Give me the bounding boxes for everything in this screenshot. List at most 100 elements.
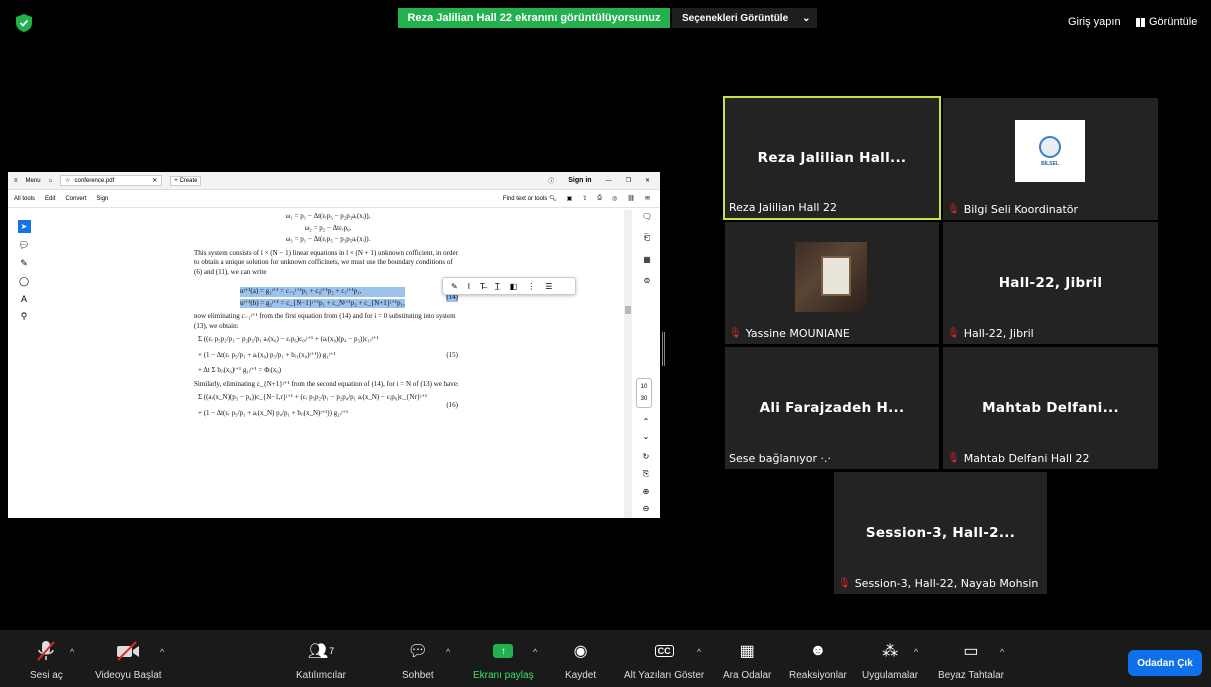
close-tab-icon[interactable]: ✕ [152, 177, 157, 184]
participant-tile[interactable]: Hall-22, Jibril 🎙︎ Hall-22, Jibril [943, 222, 1158, 344]
search-icon: 🔍︎ [548, 196, 557, 202]
participant-count: 7 [329, 646, 335, 656]
draw-tool-icon[interactable]: ✎ [20, 258, 28, 269]
muted-mic-icon: 🎙︎ [947, 328, 960, 339]
participant-label: 🎙︎ Hall-22, Jibril [947, 327, 1034, 340]
meeting-controls-bar: Sesi aç ^ Videoyu Başlat ^ 👥︎ 7 Katılımcı… [0, 630, 1211, 687]
apps-options-caret-icon[interactable]: ^ [914, 647, 918, 657]
cc-icon: CC [654, 640, 674, 662]
home-icon[interactable]: ⌂ [49, 178, 53, 184]
menu-icon[interactable]: ≡ [14, 178, 18, 184]
chevron-down-icon: ⌄ [802, 12, 811, 24]
participant-tile[interactable]: BİLSEL 🎙︎ Bilgi Seli Koordinatör [943, 98, 1158, 220]
chat-button[interactable]: 💬︎ Sohbet [402, 640, 434, 681]
pen-icon[interactable]: ✎ [451, 282, 458, 291]
text-cursor-icon[interactable]: I [468, 282, 470, 291]
start-video-button[interactable]: Videoyu Başlat [95, 640, 162, 681]
comment-tool-icon[interactable]: 💬︎ [18, 240, 29, 251]
equation-line: Σ ((aᵣ(x_N)(p₃ − p₄))c_{N−1,r}ʲ⁺¹ + (εᵣ … [198, 393, 428, 401]
page-indicator[interactable]: 10 30 [636, 378, 652, 408]
highlighted-equation[interactable]: uʲ⁺¹(b) = g₂ʲ⁺¹ = c_{N−1}ʲ⁺¹p₁ + c_Nʲ⁺¹p… [240, 298, 405, 308]
participant-tile[interactable]: Reza Jalilian Hall... Reza Jalilian Hall… [723, 96, 941, 220]
bookmark-icon[interactable]: ⎗ [644, 233, 650, 243]
record-button[interactable]: ◉ Kaydet [565, 640, 596, 681]
toolbar-sign[interactable]: Sign [96, 196, 108, 202]
save-icon[interactable]: ▣ [567, 195, 573, 202]
zoom-in-icon[interactable]: ⊕ [643, 487, 650, 496]
highlight-icon[interactable]: ◧ [510, 282, 518, 291]
participant-tile[interactable]: Session-3, Hall-2... 🎙︎ Session-3, Hall-2… [834, 472, 1047, 594]
text-box-tool-icon[interactable]: A [21, 294, 27, 304]
participant-tile[interactable]: Mahtab Delfani... 🎙︎ Mahtab Delfani Hall … [943, 347, 1158, 469]
view-options-label: Seçenekleri Görüntüle [682, 12, 789, 24]
mail-icon[interactable]: ✉ [645, 195, 650, 202]
toolbar-convert[interactable]: Convert [65, 196, 86, 202]
captions-options-caret-icon[interactable]: ^ [697, 647, 701, 657]
highlighted-equation[interactable]: uʲ⁺¹(a) = g₁ʲ⁺¹ = c₋₁ʲ⁺¹p₁ + c₀ʲ⁺¹p₂ + c… [240, 287, 405, 297]
reactions-button[interactable]: ☻ Reaksiyonlar [789, 640, 847, 681]
share-options-caret-icon[interactable]: ^ [533, 647, 537, 657]
stamp-tool-icon[interactable]: ⚲ [21, 311, 28, 322]
security-shield-icon[interactable] [16, 14, 32, 32]
audio-options-caret-icon[interactable]: ^ [70, 647, 74, 657]
video-options-caret-icon[interactable]: ^ [160, 647, 164, 657]
page-up-icon[interactable]: ⌃ [643, 417, 650, 426]
text-format-popup: ✎ I T̶ T̲ ◧ ⋮ ☰ [442, 277, 576, 295]
sign-in-link[interactable]: Giriş yapın [1068, 16, 1121, 28]
cloud-upload-icon[interactable]: ⇪ [582, 195, 587, 202]
minimize-icon[interactable]: — [606, 178, 612, 184]
share-screen-button[interactable]: ↑ Ekranı paylaş [473, 640, 534, 681]
equation-number: (16) [446, 400, 458, 409]
zoom-out-icon[interactable]: ⊖ [643, 504, 650, 513]
more-icon[interactable]: ⋮ [527, 282, 535, 291]
refresh-icon[interactable]: ↻ [643, 452, 650, 461]
find-tools-input[interactable]: Find text or tools 🔍︎ [503, 195, 557, 202]
share-screen-icon: ↑ [493, 640, 514, 662]
page-down-icon[interactable]: ⌄ [643, 432, 650, 441]
comment-panel-icon[interactable]: 🗨︎ [642, 212, 652, 221]
thumbnails-icon[interactable]: ▦ [643, 255, 651, 264]
apps-icon: ⁂ [882, 643, 899, 660]
participants-button[interactable]: 👥︎ 7 Katılımcılar [296, 640, 346, 681]
ai-assistant-icon[interactable]: ◎ [612, 195, 617, 202]
muted-microphone-icon [36, 640, 56, 662]
pdf-tab[interactable]: ☆ conference.pdf ✕ [60, 175, 163, 186]
link-icon[interactable]: ⛓ [627, 195, 635, 202]
captions-button[interactable]: CC Alt Yazıları Göster [624, 640, 704, 681]
toolbar-all-tools[interactable]: All tools [14, 196, 35, 202]
equation-14: uʲ⁺¹(a) = g₁ʲ⁺¹ = c₋₁ʲ⁺¹p₁ + c₀ʲ⁺¹p₂ + c… [194, 287, 462, 308]
paragraph: now eliminating c₋₁ʲ⁺¹ from the first eq… [194, 312, 456, 330]
view-options-menu[interactable]: Seçenekleri Görüntüle ⌄ [672, 8, 817, 28]
whiteboard-icon: ▭ [963, 643, 979, 660]
whiteboards-button[interactable]: ▭ Beyaz Tahtalar [938, 640, 1004, 681]
lasso-tool-icon[interactable]: ◯ [19, 276, 29, 287]
layers-icon[interactable]: ⊜ [644, 276, 651, 285]
toolbar-edit[interactable]: Edit [45, 196, 55, 202]
participant-name: Reza Jalilian Hall... [757, 150, 907, 166]
apps-button[interactable]: ⁂ Uygulamalar [862, 640, 918, 681]
participant-label: 🎙︎ Mahtab Delfani Hall 22 [947, 452, 1090, 465]
select-tool-icon[interactable]: ➤ [17, 220, 31, 233]
close-window-icon[interactable]: ✕ [645, 177, 650, 184]
chat-options-caret-icon[interactable]: ^ [446, 647, 450, 657]
view-button[interactable]: Görüntüle [1136, 16, 1197, 28]
breakout-rooms-button[interactable]: ▦ Ara Odalar [723, 640, 771, 681]
create-button[interactable]: + Create [170, 175, 202, 186]
pdf-scrollbar[interactable] [624, 210, 632, 518]
menu-label[interactable]: Menu [26, 178, 41, 184]
whiteboard-options-caret-icon[interactable]: ^ [1000, 647, 1004, 657]
leave-button[interactable]: Odadan Çık [1128, 650, 1202, 676]
equation-line: + (1 − Δt(εᵣ p₅/p₁ + aᵣ(x_N) p₄/p₁ + bᵣᵢ… [198, 408, 349, 417]
participant-tile[interactable]: Ali Farajzadeh H... Sese bağlanıyor ·.· [725, 347, 939, 469]
strikethrough-icon[interactable]: T̶ [480, 282, 485, 291]
pdf-sign-in-button[interactable]: Sign in [568, 177, 591, 184]
participant-tile[interactable]: 🎙︎ Yassine MOUNIANE [725, 222, 939, 344]
note-icon[interactable]: ☰ [545, 282, 552, 291]
underline-icon[interactable]: T̲ [495, 282, 500, 291]
help-icon[interactable]: ⓘ [548, 176, 554, 185]
restore-icon[interactable]: ❐ [626, 177, 631, 184]
panel-splitter-handle[interactable] [662, 332, 665, 366]
print-icon[interactable]: ⎙ [597, 195, 602, 202]
fit-page-icon[interactable]: ⎘ [643, 469, 649, 479]
unmute-button[interactable]: Sesi aç [30, 640, 63, 681]
